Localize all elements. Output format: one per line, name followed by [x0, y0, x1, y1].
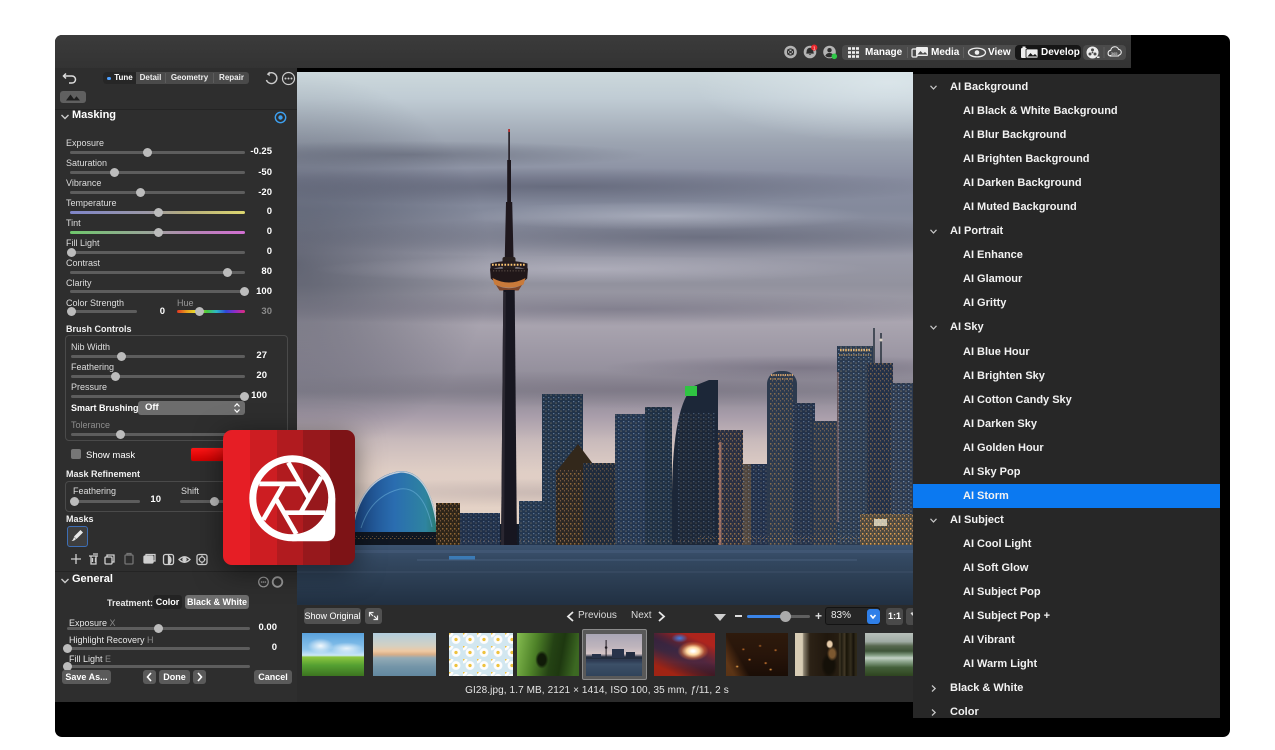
svg-text:365: 365	[1111, 51, 1118, 56]
